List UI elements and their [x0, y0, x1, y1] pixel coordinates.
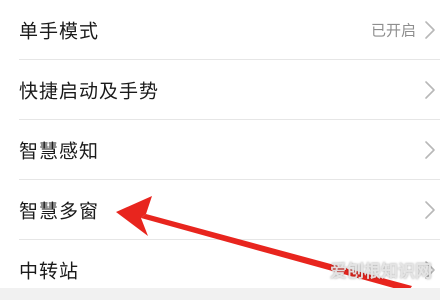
- chevron-right-icon: [425, 21, 435, 39]
- chevron-right-icon: [425, 261, 435, 279]
- settings-item-label: 单手模式: [19, 20, 100, 43]
- settings-item-label: 快捷启动及手势: [19, 80, 160, 103]
- settings-list: 单手模式 已开启 快捷启动及手势 智慧感知 智慧多窗 中转站: [0, 0, 440, 288]
- status-value: 已开启: [370, 21, 416, 40]
- settings-item-smart-multiwindow[interactable]: 智慧多窗: [0, 180, 440, 240]
- settings-item-shortcuts-gestures[interactable]: 快捷启动及手势: [0, 60, 440, 120]
- settings-item-label: 智慧多窗: [19, 200, 100, 223]
- chevron-right-icon: [425, 201, 435, 219]
- settings-item-one-handed-mode[interactable]: 单手模式 已开启: [0, 0, 440, 60]
- settings-item-smart-awareness[interactable]: 智慧感知: [0, 120, 440, 180]
- settings-item-label: 智慧感知: [19, 140, 100, 163]
- settings-item-label: 中转站: [19, 260, 80, 283]
- chevron-right-icon: [425, 81, 435, 99]
- chevron-right-icon: [425, 141, 435, 159]
- settings-item-transfer-station[interactable]: 中转站: [0, 240, 440, 300]
